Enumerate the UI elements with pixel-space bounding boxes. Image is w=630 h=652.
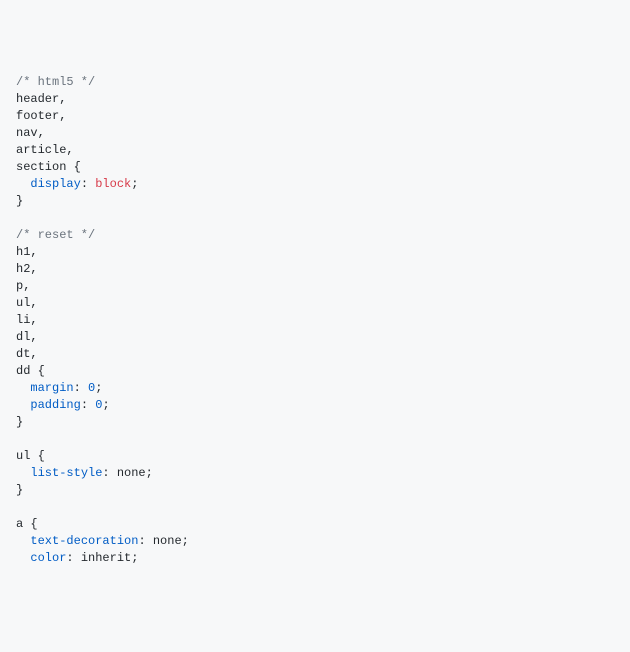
selector: header,: [16, 92, 66, 106]
indent: [16, 177, 30, 191]
indent: [16, 551, 30, 565]
selector: nav,: [16, 126, 45, 140]
colon: :: [81, 177, 95, 191]
selector: section {: [16, 160, 81, 174]
semicolon: ;: [182, 534, 189, 548]
property-text-decoration: text-decoration: [30, 534, 138, 548]
semicolon: ;: [102, 398, 109, 412]
code-block: /* html5 */ header, footer, nav, article…: [16, 74, 614, 567]
property-color: color: [30, 551, 66, 565]
selector: h2,: [16, 262, 38, 276]
selector: a {: [16, 517, 38, 531]
brace-close: }: [16, 415, 23, 429]
selector: dl,: [16, 330, 38, 344]
colon: :: [81, 398, 95, 412]
colon: :: [102, 466, 116, 480]
selector: h1,: [16, 245, 38, 259]
value-none: none: [153, 534, 182, 548]
semicolon: ;: [131, 177, 138, 191]
selector: dd {: [16, 364, 45, 378]
comment-html5: /* html5 */: [16, 75, 95, 89]
selector: article,: [16, 143, 74, 157]
property-list-style: list-style: [30, 466, 102, 480]
selector: ul,: [16, 296, 38, 310]
indent: [16, 381, 30, 395]
indent: [16, 466, 30, 480]
property-display: display: [30, 177, 80, 191]
value-block: block: [95, 177, 131, 191]
comment-reset: /* reset */: [16, 228, 95, 242]
selector: dt,: [16, 347, 38, 361]
indent: [16, 398, 30, 412]
colon: :: [66, 551, 80, 565]
indent: [16, 534, 30, 548]
brace-close: }: [16, 194, 23, 208]
property-padding: padding: [30, 398, 80, 412]
value-inherit: inherit: [81, 551, 131, 565]
brace-close: }: [16, 483, 23, 497]
semicolon: ;: [146, 466, 153, 480]
selector: p,: [16, 279, 30, 293]
selector: footer,: [16, 109, 66, 123]
selector: li,: [16, 313, 38, 327]
semicolon: ;: [95, 381, 102, 395]
semicolon: ;: [131, 551, 138, 565]
colon: :: [138, 534, 152, 548]
selector: ul {: [16, 449, 45, 463]
property-margin: margin: [30, 381, 73, 395]
colon: :: [74, 381, 88, 395]
value-none: none: [117, 466, 146, 480]
